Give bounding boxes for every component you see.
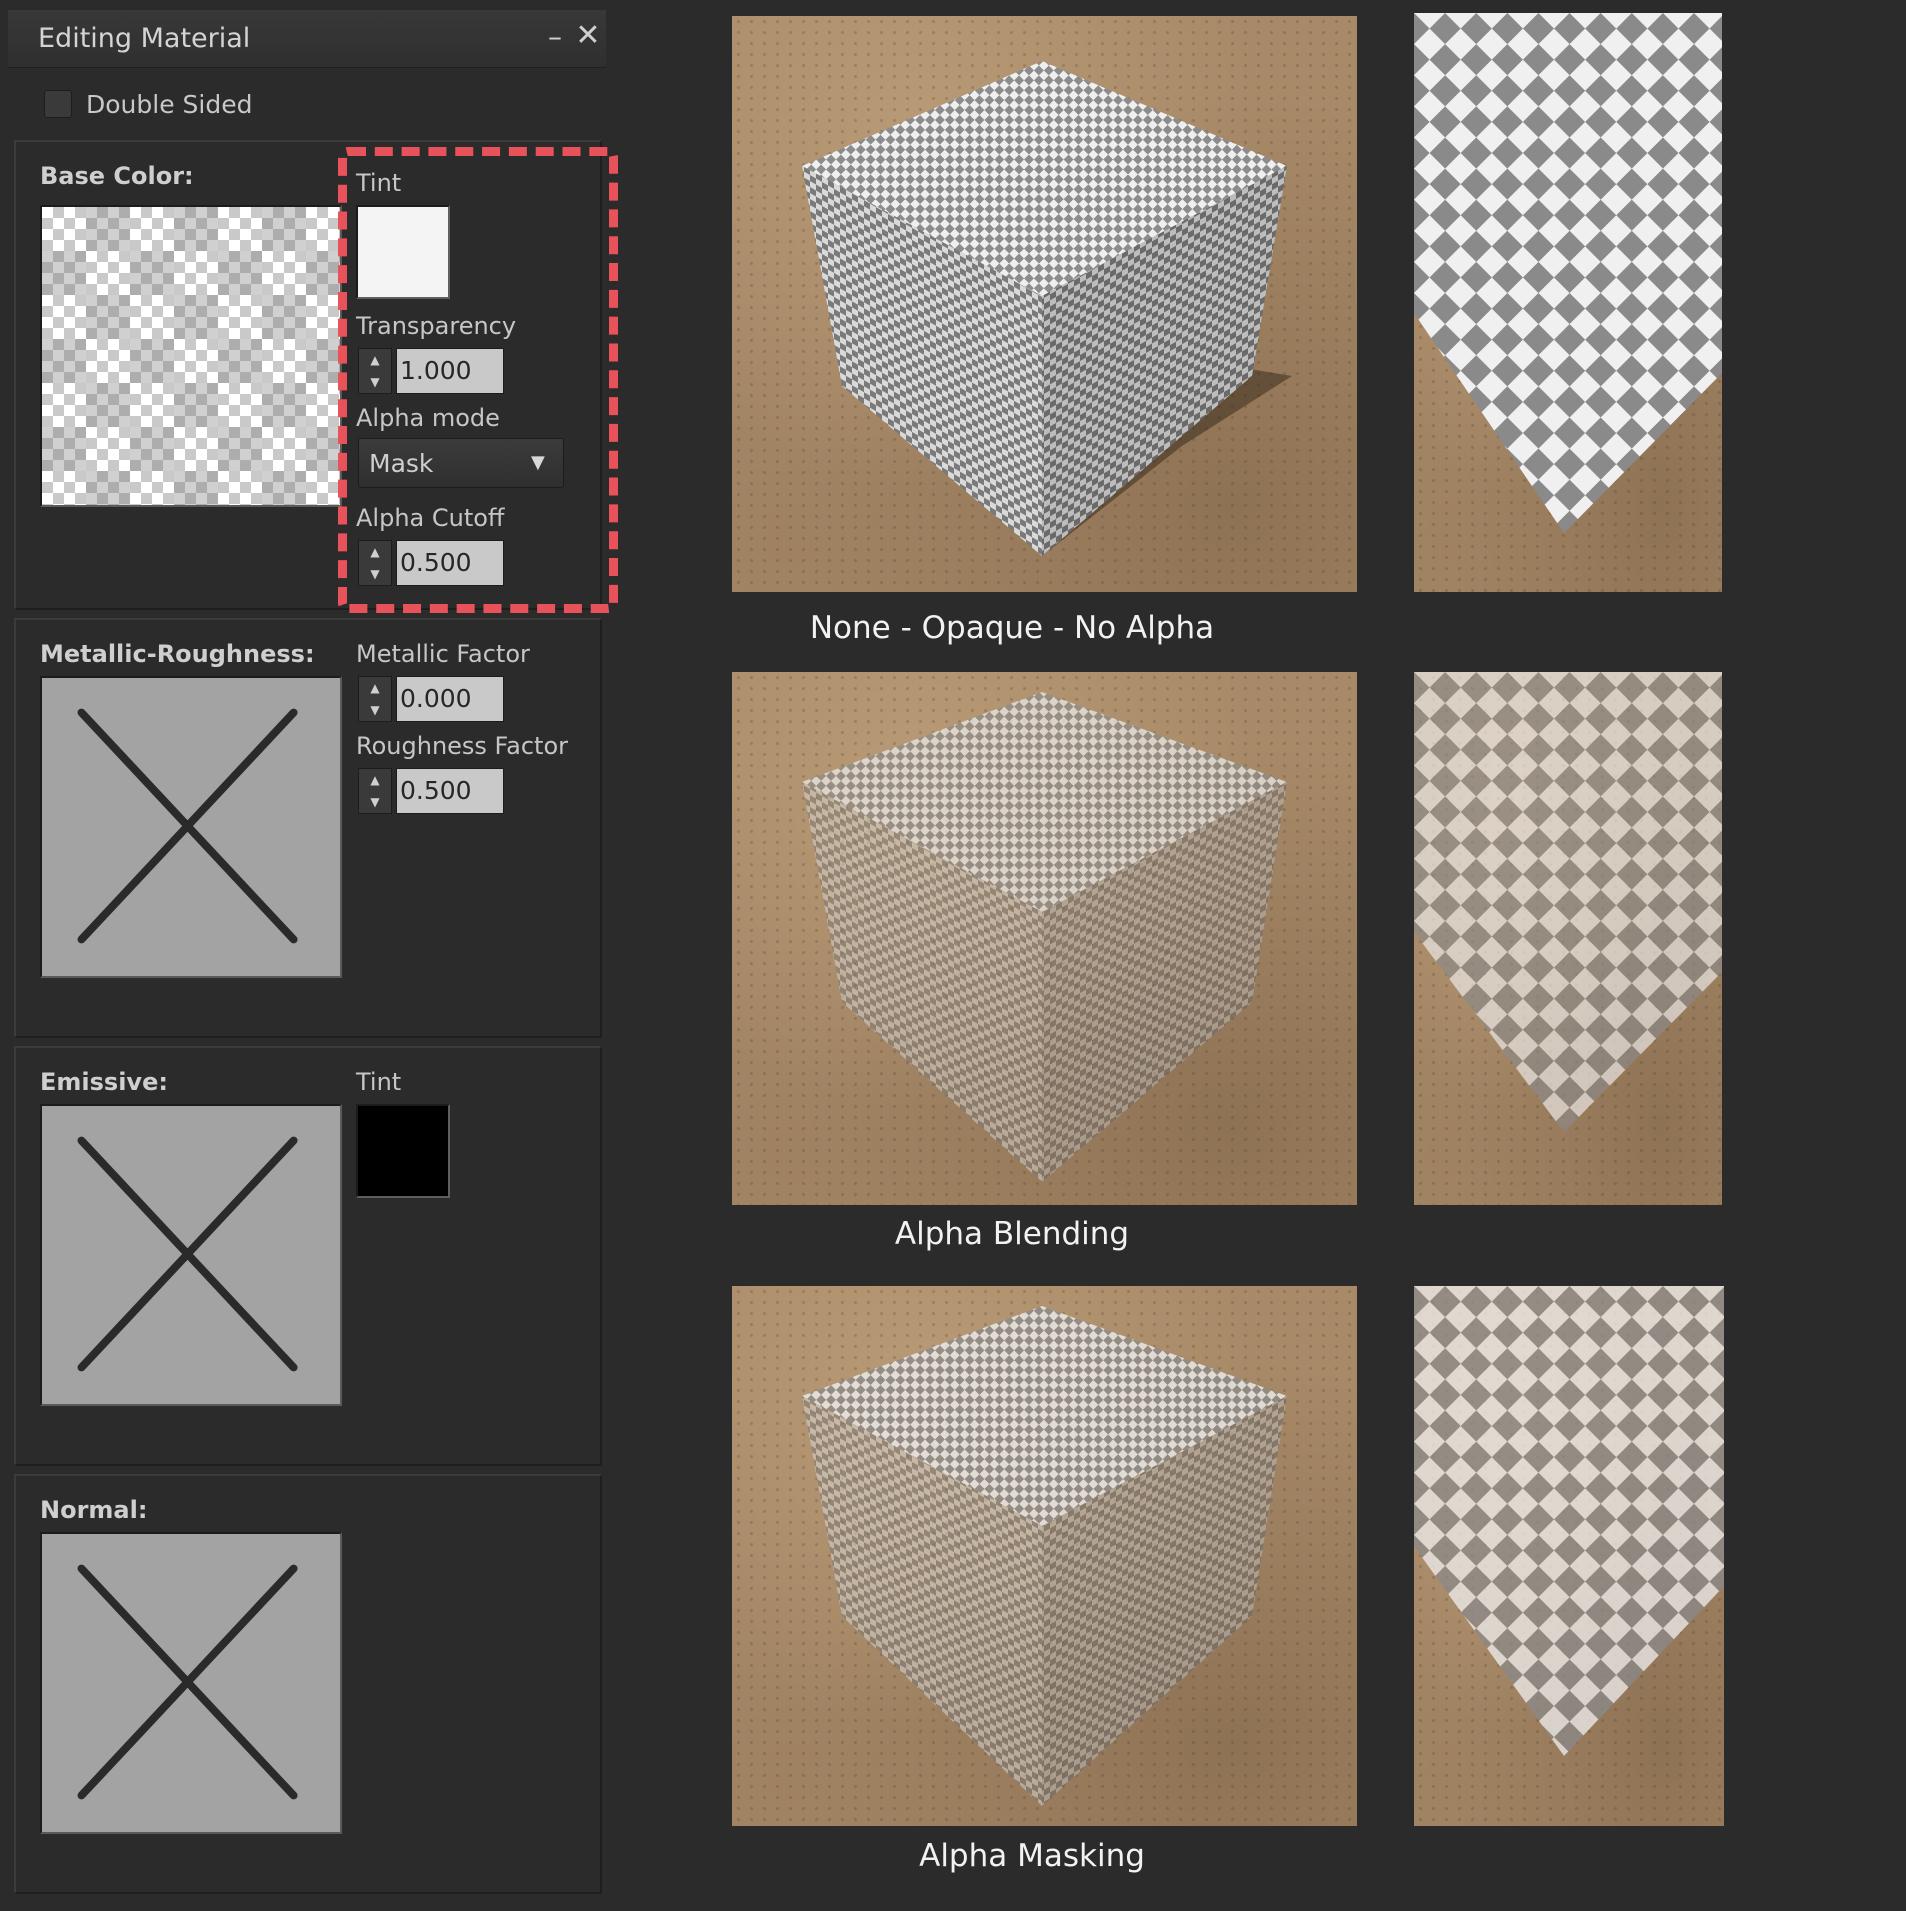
cube-masking-image bbox=[802, 1306, 1287, 1806]
emissive-title: Emissive: bbox=[40, 1068, 168, 1096]
render-blending-full bbox=[732, 672, 1357, 1205]
double-sided-checkbox[interactable] bbox=[44, 90, 72, 118]
caption-opaque: None - Opaque - No Alpha bbox=[809, 610, 1215, 646]
metallic-factor-label: Metallic Factor bbox=[356, 640, 530, 668]
cube-opaque-closeup-image bbox=[1414, 13, 1722, 533]
roughness-factor-spinner: ▲ ▼ 0.500 bbox=[358, 768, 508, 814]
material-editor-panel: Editing Material – ✕ Double Sided Base C… bbox=[8, 10, 618, 1900]
no-texture-icon bbox=[77, 1136, 298, 1372]
normal-texture[interactable] bbox=[40, 1532, 342, 1834]
normal-title: Normal: bbox=[40, 1496, 148, 1524]
render-masking-closeup bbox=[1414, 1286, 1724, 1826]
base-color-tint-label: Tint bbox=[356, 169, 402, 197]
metallic-factor-input[interactable]: 0.000 bbox=[396, 676, 504, 722]
alpha-cutoff-stepper[interactable]: ▲ ▼ bbox=[358, 540, 392, 586]
alpha-cutoff-label: Alpha Cutoff bbox=[356, 504, 505, 532]
close-icon[interactable]: ✕ bbox=[573, 21, 603, 51]
render-masking-full bbox=[732, 1286, 1357, 1826]
normal-section: Normal: bbox=[14, 1474, 602, 1894]
double-sided-label: Double Sided bbox=[86, 90, 253, 119]
alpha-mode-dropdown[interactable]: Mask ▼ bbox=[358, 438, 564, 488]
roughness-factor-label: Roughness Factor bbox=[356, 732, 569, 760]
increment-icon[interactable]: ▲ bbox=[359, 541, 391, 563]
alpha-cutoff-input[interactable]: 0.500 bbox=[396, 540, 504, 586]
decrement-icon[interactable]: ▼ bbox=[359, 563, 391, 585]
emissive-tint-label: Tint bbox=[356, 1068, 402, 1096]
transparency-spinner: ▲ ▼ 1.000 bbox=[358, 348, 508, 394]
metallic-roughness-title: Metallic-Roughness: bbox=[40, 640, 315, 668]
emissive-section: Emissive: Tint bbox=[14, 1046, 602, 1466]
base-color-texture[interactable] bbox=[40, 205, 342, 507]
cube-masking-closeup-image bbox=[1414, 1286, 1724, 1756]
roughness-factor-stepper[interactable]: ▲ ▼ bbox=[358, 768, 392, 814]
base-color-section: Base Color: Tint Transparency ▲ ▼ 1.000 … bbox=[14, 140, 602, 610]
decrement-icon[interactable]: ▼ bbox=[359, 371, 391, 393]
window-title: Editing Material bbox=[38, 23, 251, 54]
render-opaque-full bbox=[732, 16, 1357, 592]
emissive-tint-swatch[interactable] bbox=[356, 1104, 450, 1198]
alpha-mode-value: Mask bbox=[369, 449, 434, 478]
increment-icon[interactable]: ▲ bbox=[359, 349, 391, 371]
transparency-label: Transparency bbox=[356, 312, 517, 340]
transparency-input[interactable]: 1.000 bbox=[396, 348, 504, 394]
cube-opaque-image bbox=[802, 61, 1292, 556]
metallic-roughness-section: Metallic-Roughness: Metallic Factor ▲ ▼ … bbox=[14, 618, 602, 1038]
render-opaque-closeup bbox=[1414, 13, 1722, 592]
increment-icon[interactable]: ▲ bbox=[359, 769, 391, 791]
base-color-title: Base Color: bbox=[40, 162, 194, 190]
metallic-roughness-texture[interactable] bbox=[40, 676, 342, 978]
cube-blending-closeup-image bbox=[1414, 672, 1722, 1132]
alpha-cutoff-spinner: ▲ ▼ 0.500 bbox=[358, 540, 508, 586]
metallic-factor-spinner: ▲ ▼ 0.000 bbox=[358, 676, 508, 722]
roughness-factor-input[interactable]: 0.500 bbox=[396, 768, 504, 814]
minimize-icon[interactable]: – bbox=[540, 22, 570, 52]
render-blending-closeup bbox=[1414, 672, 1722, 1205]
title-bar[interactable]: Editing Material – ✕ bbox=[8, 10, 606, 68]
caption-masking: Alpha Masking bbox=[919, 1838, 1145, 1874]
emissive-texture[interactable] bbox=[40, 1104, 342, 1406]
caption-blending: Alpha Blending bbox=[894, 1216, 1130, 1252]
decrement-icon[interactable]: ▼ bbox=[359, 699, 391, 721]
increment-icon[interactable]: ▲ bbox=[359, 677, 391, 699]
cube-blending-image bbox=[802, 692, 1287, 1182]
metallic-factor-stepper[interactable]: ▲ ▼ bbox=[358, 676, 392, 722]
base-color-tint-swatch[interactable] bbox=[356, 205, 450, 299]
chevron-down-icon: ▼ bbox=[531, 452, 545, 473]
no-texture-icon bbox=[77, 708, 298, 944]
transparency-stepper[interactable]: ▲ ▼ bbox=[358, 348, 392, 394]
decrement-icon[interactable]: ▼ bbox=[359, 791, 391, 813]
alpha-mode-label: Alpha mode bbox=[356, 404, 500, 432]
no-texture-icon bbox=[77, 1564, 298, 1800]
